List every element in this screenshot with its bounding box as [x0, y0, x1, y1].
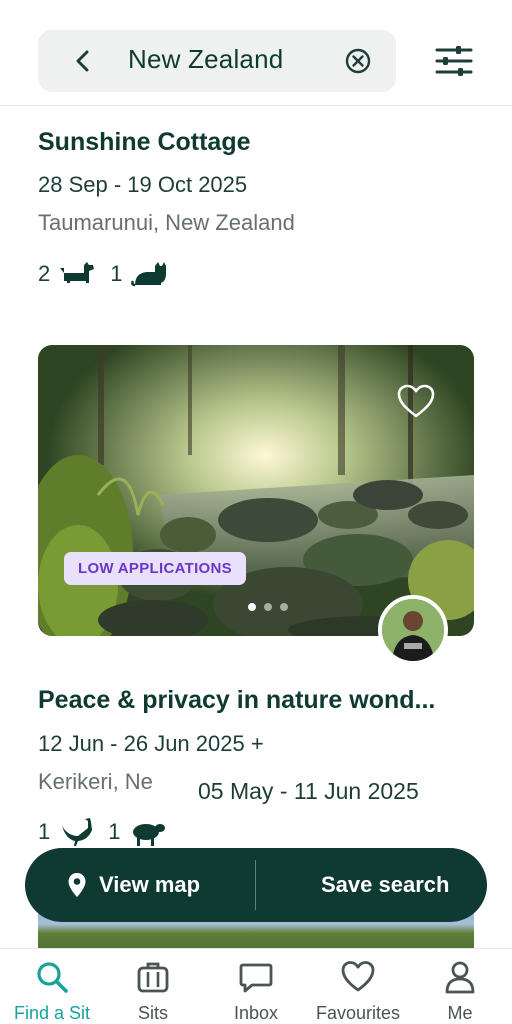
search-input[interactable]: New Zealand — [128, 44, 283, 75]
nav-label: Inbox — [233, 1003, 279, 1023]
view-map-label: View map — [99, 872, 201, 897]
nav-item-find-a-sit[interactable]: Find a Sit — [2, 949, 102, 1024]
nav-label: Me — [447, 1003, 473, 1023]
top-bar: New Zealand — [0, 0, 512, 106]
divider — [255, 860, 256, 910]
nav-item-inbox[interactable]: Inbox — [206, 949, 306, 1024]
nav-label: Sits — [137, 1003, 168, 1023]
filter-icon[interactable] — [434, 43, 474, 79]
nav-item-sits[interactable]: Sits — [103, 949, 203, 1024]
listing-location: Taumarunui, New Zealand — [38, 210, 295, 235]
chat-icon — [239, 963, 273, 993]
cat-icon — [130, 262, 166, 287]
listing-title[interactable]: Peace & privacy in nature wond... — [38, 686, 435, 715]
owner-photo — [382, 599, 444, 661]
pet-count: 1 — [108, 819, 121, 844]
dog-icon — [60, 262, 95, 283]
back-icon[interactable] — [70, 46, 96, 76]
pet-count: 1 — [38, 819, 51, 844]
chicken-icon — [62, 818, 93, 846]
bottom-navigation: Find a Sit Sits Inbox Favourites Me — [0, 948, 512, 1024]
sheep-icon — [132, 824, 165, 846]
carousel-dot[interactable] — [248, 603, 256, 611]
nav-label: Find a Sit — [13, 1003, 91, 1023]
pet-count: 2 — [38, 261, 51, 286]
suitcase-icon — [137, 962, 169, 993]
user-icon — [445, 961, 475, 994]
status-badge: LOW APPLICATIONS — [64, 552, 246, 585]
pet-count: 1 — [110, 261, 123, 286]
clear-icon[interactable] — [344, 47, 372, 75]
save-search-button[interactable]: Save search — [321, 848, 449, 922]
favourite-heart-icon[interactable] — [396, 383, 436, 419]
map-actions-bar: View map Save search — [25, 848, 487, 922]
heart-icon — [341, 961, 375, 992]
carousel-dot[interactable] — [280, 603, 288, 611]
map-pin-icon — [68, 873, 86, 897]
view-map-button[interactable]: View map — [67, 848, 200, 922]
search-icon — [37, 962, 68, 993]
photo-carousel-dots — [248, 603, 288, 611]
nav-item-favourites[interactable]: Favourites — [308, 949, 408, 1024]
avatar[interactable] — [378, 595, 448, 665]
listing-dates: 12 Jun - 26 Jun 2025 + — [38, 731, 264, 756]
carousel-dot[interactable] — [264, 603, 272, 611]
listing-dates: 28 Sep - 19 Oct 2025 — [38, 172, 248, 197]
nav-item-me[interactable]: Me — [410, 949, 510, 1024]
nav-label: Favourites — [315, 1003, 401, 1023]
listing-photo[interactable]: LOW APPLICATIONS — [38, 345, 474, 636]
listing-title[interactable]: Sunshine Cottage — [38, 128, 251, 157]
pet-summary: 1 1 — [38, 814, 167, 850]
pet-summary: 2 1 — [38, 256, 169, 292]
listing-location: Kerikeri, Ne — [38, 769, 153, 794]
additional-dates: 05 May - 11 Jun 2025 — [198, 778, 419, 804]
